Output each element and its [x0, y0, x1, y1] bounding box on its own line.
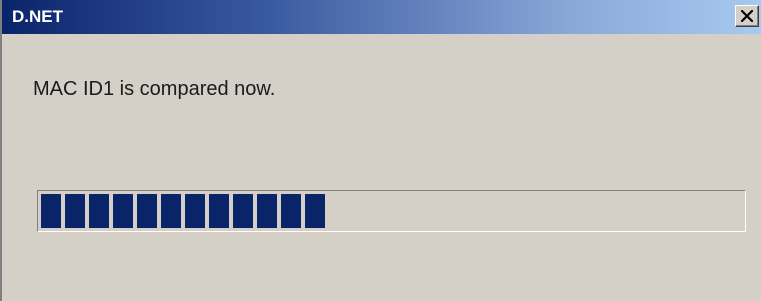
title-bar[interactable]: D.NET: [2, 0, 761, 34]
progress-block: [89, 194, 109, 228]
progress-block: [185, 194, 205, 228]
progress-block: [65, 194, 85, 228]
progress-bar: [37, 190, 746, 232]
progress-block: [161, 194, 181, 228]
progress-block: [305, 194, 325, 228]
progress-block: [209, 194, 229, 228]
close-icon: [741, 10, 753, 22]
progress-block: [233, 194, 253, 228]
progress-block: [281, 194, 301, 228]
status-message: MAC ID1 is compared now.: [33, 78, 276, 100]
progress-block: [257, 194, 277, 228]
close-button[interactable]: [735, 5, 759, 27]
progress-block: [113, 194, 133, 228]
progress-fill: [41, 194, 742, 228]
progress-block: [137, 194, 157, 228]
progress-block: [41, 194, 61, 228]
window-title: D.NET: [12, 7, 63, 26]
progress-dialog: D.NET MAC ID1 is compared now.: [0, 0, 761, 301]
